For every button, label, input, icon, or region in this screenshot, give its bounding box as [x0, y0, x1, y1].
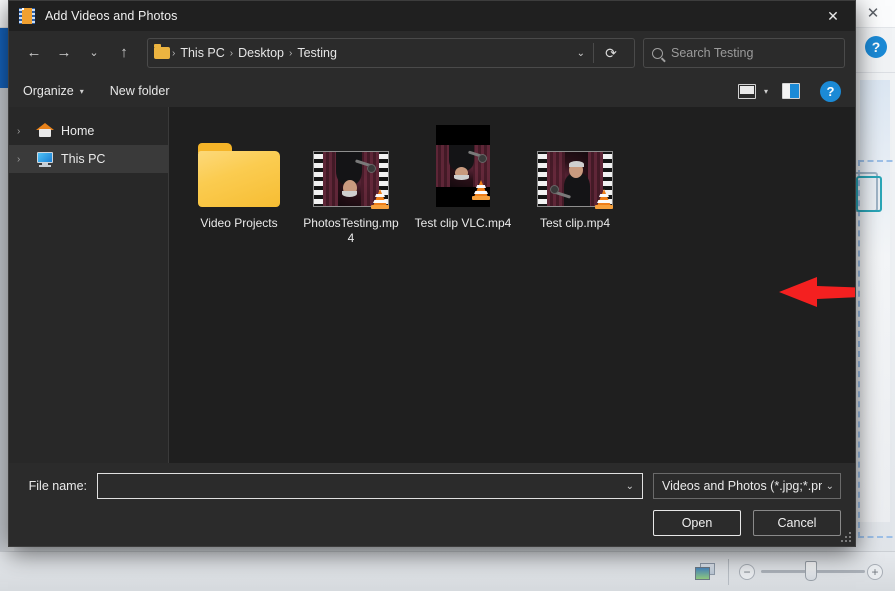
breadcrumb[interactable]: › This PC › Desktop › Testing ⌄ ⟳: [147, 38, 635, 68]
vlc-icon: [369, 188, 391, 210]
background-close-icon[interactable]: ✕: [859, 4, 887, 24]
file-name-label: Test clip.mp4: [539, 216, 611, 230]
chevron-down-icon[interactable]: ⌄: [569, 48, 593, 59]
cancel-button[interactable]: Cancel: [753, 510, 841, 536]
organize-label: Organize: [23, 84, 74, 98]
dialog-body: › Home › This PC Video Projects PhotosTe…: [9, 107, 855, 463]
zoom-out-button[interactable]: −: [739, 564, 755, 580]
file-name-label-static: File name:: [28, 479, 87, 493]
file-name-label: PhotosTesting.mp4: [303, 216, 399, 245]
chevron-right-icon[interactable]: ›: [17, 126, 35, 137]
image-thumbnail-icon[interactable]: [695, 563, 717, 581]
zoom-in-button[interactable]: +: [867, 564, 883, 580]
file-type-filter-select[interactable]: Videos and Photos (*.jpg;*.png; ⌄: [653, 473, 841, 499]
video-thumbnail: [537, 151, 615, 210]
new-folder-button[interactable]: New folder: [110, 84, 170, 98]
file-grid: Video Projects PhotosTesting.mp4 Test cl…: [183, 121, 855, 246]
file-item-test-clip-vlc[interactable]: Test clip VLC.mp4: [407, 121, 519, 246]
dialog-title: Add Videos and Photos: [45, 9, 178, 23]
chevron-down-icon[interactable]: ▾: [764, 87, 768, 96]
breadcrumb-item-desktop[interactable]: Desktop: [233, 46, 289, 60]
background-drop-area: [858, 160, 895, 538]
film-strip-icon: [19, 8, 35, 24]
file-list-view[interactable]: Video Projects PhotosTesting.mp4 Test cl…: [169, 107, 855, 463]
thumbnail: [183, 125, 295, 207]
file-name-text-field[interactable]: [106, 479, 620, 493]
back-button[interactable]: ←: [19, 38, 49, 68]
forward-button[interactable]: →: [49, 38, 79, 68]
background-status-bar: − +: [0, 551, 895, 591]
dialog-title-bar: Add Videos and Photos ✕: [9, 1, 855, 31]
file-type-filter-value: Videos and Photos (*.jpg;*.png;: [662, 479, 822, 493]
vlc-icon: [470, 179, 492, 201]
navigation-bar: ← → ⌄ ↑ › This PC › Desktop › Testing ⌄ …: [9, 31, 855, 75]
sidebar-item-this-pc[interactable]: › This PC: [9, 145, 168, 173]
thumbnail: [407, 125, 519, 207]
sidebar-item-label-this-pc: This PC: [61, 152, 106, 166]
navigation-sidebar: › Home › This PC: [9, 107, 169, 463]
folder-icon: [154, 44, 170, 59]
search-input[interactable]: Search Testing: [643, 38, 845, 68]
layout-view-icon[interactable]: [737, 83, 756, 99]
open-button[interactable]: Open: [653, 510, 741, 536]
chevron-down-icon: ⌄: [825, 480, 834, 492]
search-placeholder: Search Testing: [671, 46, 754, 60]
resize-grip[interactable]: [841, 532, 851, 542]
vlc-icon: [593, 188, 615, 210]
annotation-arrow-icon: [779, 277, 855, 307]
file-picker-dialog: Add Videos and Photos ✕ ← → ⌄ ↑ › This P…: [8, 0, 856, 547]
thumbnail: [519, 125, 631, 210]
chevron-right-icon[interactable]: ›: [17, 154, 35, 165]
zoom-slider-thumb[interactable]: [805, 561, 817, 581]
video-thumbnail: [313, 151, 391, 210]
chevron-down-icon[interactable]: ⌄: [620, 481, 634, 492]
organize-button[interactable]: Organize ▾: [23, 84, 84, 98]
monitor-icon: [35, 151, 55, 167]
close-icon[interactable]: ✕: [811, 1, 855, 31]
file-name-label: Video Projects: [200, 216, 278, 230]
recent-locations-button[interactable]: ⌄: [79, 38, 109, 68]
video-thumbnail: [436, 125, 490, 207]
background-help-icon[interactable]: ?: [865, 36, 887, 58]
folder-icon: [198, 143, 280, 207]
background-selected-box: [856, 176, 882, 212]
breadcrumb-item-this-pc[interactable]: This PC: [175, 46, 229, 60]
dialog-button-row: Open Cancel: [23, 510, 841, 536]
home-icon: [35, 123, 55, 139]
refresh-icon[interactable]: ⟳: [594, 45, 628, 62]
file-name-label: Test clip VLC.mp4: [414, 216, 512, 230]
up-button[interactable]: ↑: [109, 38, 139, 68]
file-item-test-clip[interactable]: Test clip.mp4: [519, 121, 631, 246]
preview-pane-icon[interactable]: [782, 83, 800, 99]
file-name-row: File name: ⌄ Videos and Photos (*.jpg;*.…: [23, 471, 841, 501]
thumbnail: [295, 125, 407, 210]
chevron-down-icon: ▾: [79, 86, 84, 96]
sidebar-item-home[interactable]: › Home: [9, 117, 168, 145]
breadcrumb-item-testing[interactable]: Testing: [292, 46, 342, 60]
command-bar: Organize ▾ New folder ▾ ?: [9, 75, 855, 107]
dialog-footer: File name: ⌄ Videos and Photos (*.jpg;*.…: [9, 463, 855, 546]
sidebar-item-label-home: Home: [61, 124, 95, 138]
help-icon[interactable]: ?: [820, 80, 841, 102]
file-name-input[interactable]: ⌄: [97, 473, 643, 499]
search-icon: [652, 47, 663, 59]
file-item-video-projects[interactable]: Video Projects: [183, 121, 295, 246]
status-divider: [728, 559, 729, 585]
file-item-photostesting[interactable]: PhotosTesting.mp4: [295, 121, 407, 246]
